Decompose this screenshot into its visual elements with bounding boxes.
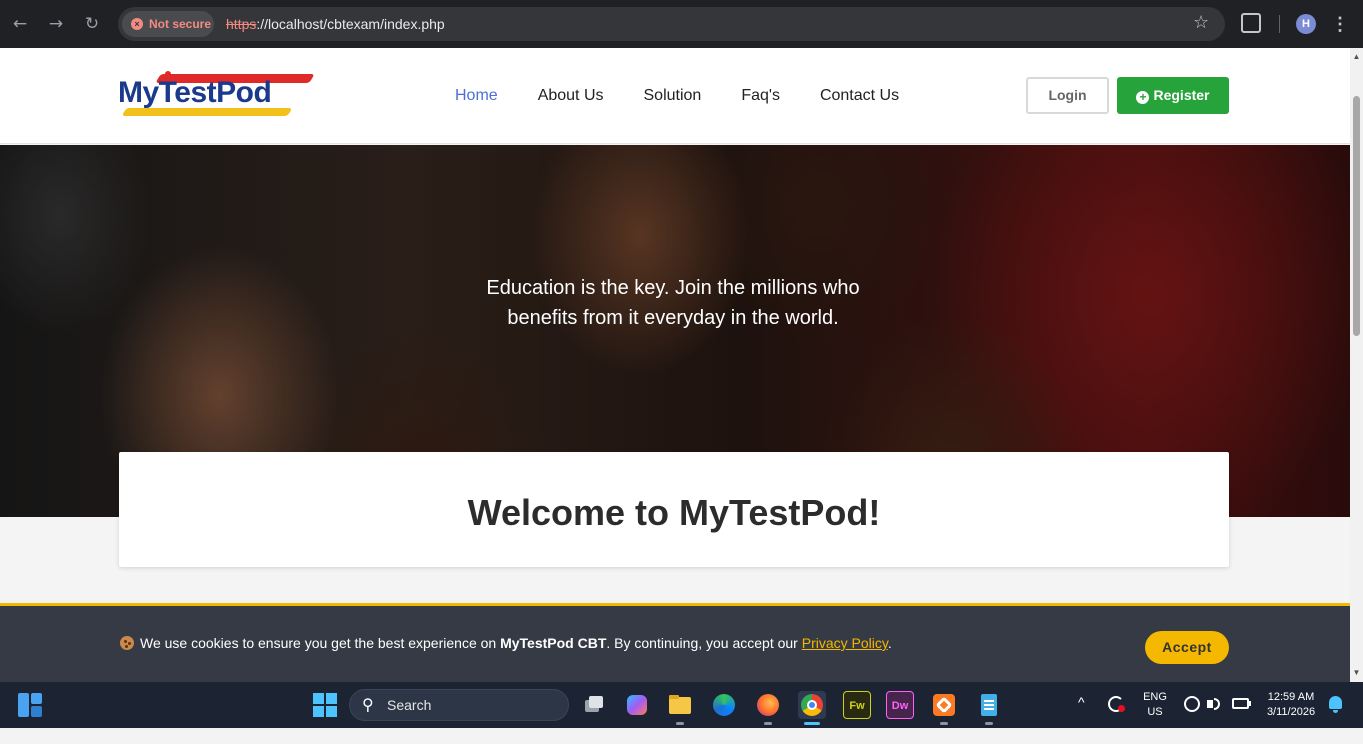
xampp-indicator: [940, 722, 948, 725]
not-secure-icon: ×: [131, 18, 143, 30]
hero-tagline: Education is the key. Join the millions …: [460, 273, 886, 333]
cookie-text-middle: . By continuing, you accept our: [606, 635, 802, 651]
clock-time: 12:59 AM: [1267, 691, 1315, 703]
chrome-icon[interactable]: [798, 691, 826, 725]
file-explorer-indicator: [676, 722, 684, 725]
accept-cookies-button[interactable]: Accept: [1145, 631, 1229, 664]
cookie-banner: We use cookies to ensure you get the bes…: [0, 603, 1350, 682]
url-rest: ://localhost/cbtexam/index.php: [256, 16, 445, 32]
clock[interactable]: 12:59 AM 3/11/2026: [1262, 690, 1320, 720]
copilot-icon[interactable]: [623, 691, 651, 719]
logo-dot: [165, 71, 171, 77]
file-explorer-icon[interactable]: [666, 691, 694, 725]
nav-solution[interactable]: Solution: [644, 84, 702, 108]
search-icon: ⚲: [362, 695, 374, 714]
url-scheme: https: [226, 16, 257, 32]
plus-circle-icon: +: [1136, 91, 1150, 104]
forward-icon[interactable]: →: [44, 12, 68, 36]
browser-toolbar: ← → ↻ × Not secure https://localhost/cbt…: [0, 0, 1363, 48]
cookie-icon: [120, 636, 134, 650]
main-nav: Home About Us Solution Faq's Contact Us: [455, 84, 939, 108]
chrome-indicator: [804, 722, 820, 725]
register-button[interactable]: + Register: [1117, 77, 1229, 114]
cookie-message: We use cookies to ensure you get the bes…: [120, 634, 892, 652]
security-chip[interactable]: × Not secure: [122, 11, 214, 37]
nav-faqs[interactable]: Faq's: [741, 84, 780, 108]
back-icon[interactable]: ←: [8, 12, 32, 36]
widgets-icon[interactable]: [18, 693, 42, 717]
cookie-text-end: .: [887, 635, 892, 651]
task-view-icon[interactable]: [580, 691, 608, 719]
login-button[interactable]: Login: [1026, 77, 1109, 114]
privacy-policy-link[interactable]: Privacy Policy: [802, 635, 888, 651]
language-line-2: US: [1147, 706, 1163, 718]
scroll-down-icon[interactable]: ▼: [1352, 668, 1361, 677]
scroll-thumb[interactable]: [1353, 96, 1360, 336]
nav-contact-us[interactable]: Contact Us: [820, 84, 899, 108]
welcome-card: Welcome to MyTestPod!: [119, 452, 1229, 567]
dreamweaver-icon[interactable]: Dw: [886, 691, 914, 719]
cookie-brand: MyTestPod CBT: [500, 635, 607, 651]
bookmark-star-icon[interactable]: ☆: [1193, 11, 1209, 35]
clock-date: 3/11/2026: [1266, 706, 1316, 718]
notepad-icon[interactable]: [975, 691, 1003, 725]
search-label: Search: [387, 697, 432, 713]
fireworks-icon[interactable]: Fw: [843, 691, 871, 719]
profile-avatar[interactable]: H: [1296, 14, 1316, 34]
notepad-indicator: [985, 722, 993, 725]
cookie-text-before: We use cookies to ensure you get the bes…: [140, 635, 501, 651]
toolbar-divider: [1279, 15, 1280, 33]
address-bar[interactable]: × Not secure https://localhost/cbtexam/i…: [118, 7, 1225, 41]
browser-menu-icon[interactable]: ⋮: [1330, 12, 1350, 36]
start-windows-icon[interactable]: [313, 693, 337, 717]
site-logo[interactable]: MyTestPod: [118, 70, 318, 120]
security-label: Not secure: [149, 17, 212, 31]
register-label: Register: [1153, 87, 1210, 103]
logo-text: MyTestPod: [118, 76, 272, 109]
firefox-icon[interactable]: [754, 691, 782, 725]
firefox-indicator: [764, 722, 772, 725]
page-viewport: MyTestPod Home About Us Solution Faq's C…: [0, 48, 1350, 682]
scroll-up-icon[interactable]: ▲: [1352, 52, 1361, 61]
taskbar-search[interactable]: ⚲ Search: [349, 689, 569, 721]
tray-overflow-icon[interactable]: ^: [1078, 694, 1085, 740]
hero-tagline-line-2: benefits from it everyday in the world.: [507, 307, 839, 329]
taskbar: ⚲ Search Fw Dw ^ ENG US 12:59 AM 3/11/20…: [0, 682, 1363, 728]
nav-about-us[interactable]: About Us: [538, 84, 604, 108]
site-header: MyTestPod Home About Us Solution Faq's C…: [0, 48, 1350, 144]
edge-icon[interactable]: [710, 691, 738, 719]
xampp-icon[interactable]: [930, 691, 958, 725]
language-line-1: ENG: [1143, 691, 1167, 703]
reload-icon[interactable]: ↻: [80, 12, 104, 36]
url-text[interactable]: https://localhost/cbtexam/index.php: [226, 7, 445, 41]
hero-tagline-line-1: Education is the key. Join the millions …: [486, 277, 860, 299]
nav-home[interactable]: Home: [455, 84, 498, 108]
page-scrollbar[interactable]: ▲ ▼: [1350, 48, 1363, 682]
welcome-title: Welcome to MyTestPod!: [467, 492, 881, 533]
language-indicator[interactable]: ENG US: [1140, 690, 1170, 720]
extensions-icon[interactable]: [1241, 13, 1261, 33]
